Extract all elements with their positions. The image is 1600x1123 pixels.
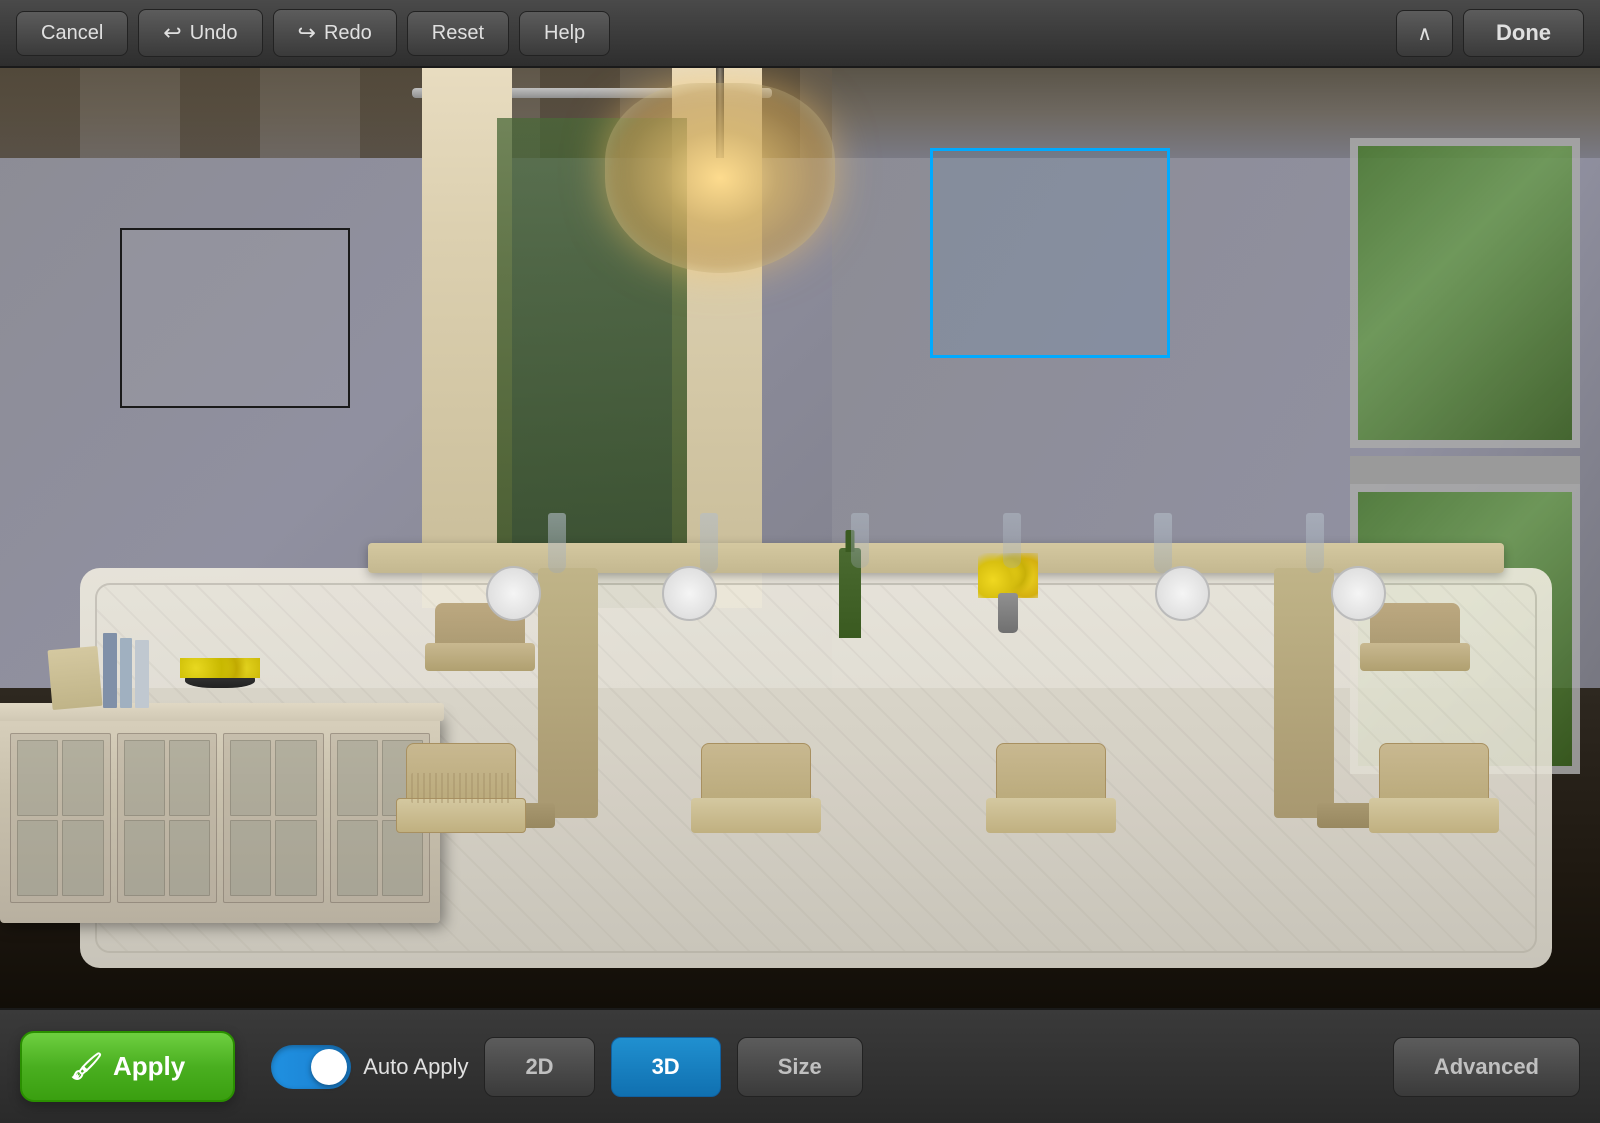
chair-seat [1369, 798, 1499, 833]
chair-front-right [1364, 743, 1504, 923]
undo-icon: ↩ [163, 20, 181, 46]
book-1 [103, 633, 117, 708]
sideboard-door-3 [223, 733, 324, 903]
chandelier-body [605, 83, 835, 273]
view-3d-button[interactable]: 3D [611, 1037, 721, 1097]
cancel-button[interactable]: Cancel [16, 11, 128, 56]
plate-2 [662, 566, 717, 621]
sideboard-doors [10, 733, 430, 903]
auto-apply-toggle[interactable] [271, 1045, 351, 1089]
chair-seat [425, 643, 535, 671]
auto-apply-area: Auto Apply [271, 1045, 468, 1089]
toggle-knob [311, 1049, 347, 1085]
book-open [47, 646, 102, 710]
chair-front-left [391, 743, 531, 923]
window-divider [1350, 456, 1580, 484]
door-pane [124, 820, 165, 896]
book-2 [120, 638, 132, 708]
size-button[interactable]: Size [737, 1037, 863, 1097]
chair-seat [986, 798, 1116, 833]
wine-glass-3 [851, 513, 869, 568]
advanced-button[interactable]: Advanced [1393, 1037, 1580, 1097]
wine-glass-6 [1306, 513, 1324, 573]
wine-glass-4 [1003, 513, 1021, 568]
sideboard-door-1 [10, 733, 111, 903]
door-pane [17, 820, 58, 896]
door-pane [62, 740, 103, 816]
book-3 [135, 640, 149, 708]
plate-3 [1155, 566, 1210, 621]
books-group [50, 633, 149, 708]
chair-seat [1360, 643, 1470, 671]
brush-icon: 🖌 [70, 1051, 103, 1082]
fruit-lemons [180, 658, 260, 678]
apply-button[interactable]: 🖌 Apply [20, 1031, 235, 1102]
door-pane [124, 740, 165, 816]
door-pane [169, 740, 210, 816]
scene-area[interactable] [0, 68, 1600, 1008]
auto-apply-label: Auto Apply [363, 1054, 468, 1080]
collapse-button[interactable]: ∧ [1396, 10, 1453, 57]
reset-button[interactable]: Reset [407, 11, 509, 56]
plate-1 [486, 566, 541, 621]
chair-front-center-right [981, 743, 1121, 923]
glasses-group [482, 513, 1391, 573]
redo-icon: ↪ [298, 20, 316, 46]
chair-seat [396, 798, 526, 833]
redo-button[interactable]: ↪ Redo [273, 9, 397, 57]
door-pane [230, 820, 271, 896]
sideboard-door-2 [117, 733, 218, 903]
chair-weave [411, 773, 511, 803]
door-pane [275, 740, 316, 816]
door-pane [275, 820, 316, 896]
door-pane [62, 820, 103, 896]
bottom-toolbar: 🖌 Apply Auto Apply 2D 3D Size Advanced [0, 1008, 1600, 1123]
view-2d-button[interactable]: 2D [484, 1037, 594, 1097]
done-button[interactable]: Done [1463, 9, 1584, 57]
chair-seat [691, 798, 821, 833]
wine-glass-2 [700, 513, 718, 573]
wine-glass-1 [548, 513, 566, 573]
door-pane [17, 740, 58, 816]
wine-glass-5 [1154, 513, 1172, 573]
vase [998, 593, 1018, 633]
dining-table [368, 543, 1504, 923]
chair-front-center-left [686, 743, 826, 923]
window-right-top [1350, 138, 1580, 448]
chevron-up-icon: ∧ [1417, 23, 1432, 45]
undo-button[interactable]: ↩ Undo [138, 9, 262, 57]
door-pane [230, 740, 271, 816]
fruit-bowl [180, 658, 260, 688]
plate-4 [1331, 566, 1386, 621]
door-pane [169, 820, 210, 896]
help-button[interactable]: Help [519, 11, 610, 56]
top-toolbar: Cancel ↩ Undo ↪ Redo Reset Help ∧ Done [0, 0, 1600, 68]
